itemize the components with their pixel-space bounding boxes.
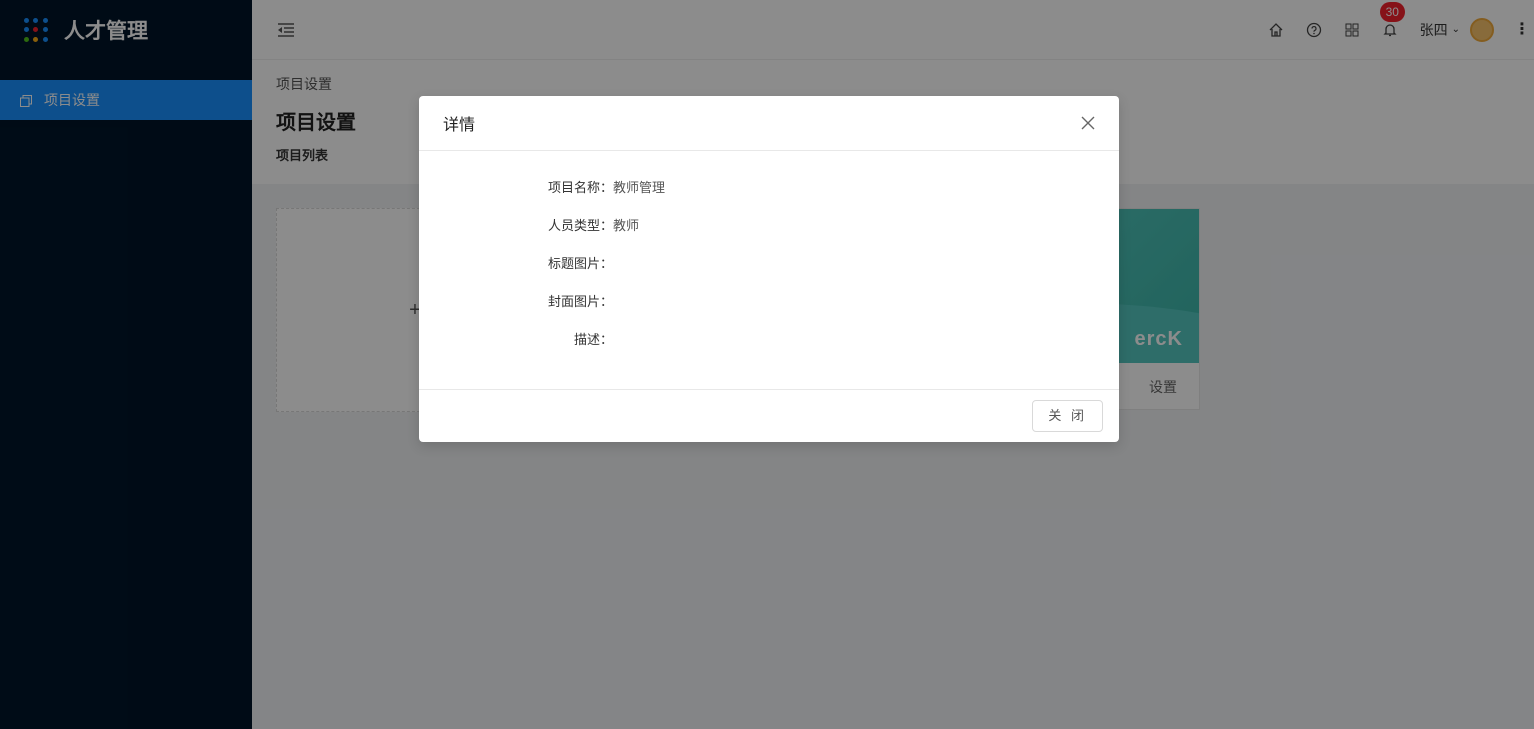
field-row-person-type: 人员类型： 教师 bbox=[419, 215, 1119, 253]
close-icon[interactable] bbox=[1081, 116, 1095, 130]
field-label: 标题图片： bbox=[547, 256, 613, 271]
modal-footer: 关 闭 bbox=[419, 389, 1119, 442]
field-value: 教师管理 bbox=[613, 180, 666, 195]
field-row-title-image: 标题图片： bbox=[419, 253, 1119, 291]
modal-body: 项目名称： 教师管理 人员类型： 教师 标题图片： 封面图片： 描述： bbox=[419, 151, 1119, 389]
field-label: 项目名称： bbox=[547, 180, 613, 195]
field-label: 人员类型： bbox=[547, 218, 613, 233]
modal-title: 详情 bbox=[443, 117, 476, 134]
detail-modal: 详情 项目名称： 教师管理 人员类型： 教师 标题图片： 封面图片： 描述： 关… bbox=[419, 96, 1119, 442]
modal-header: 详情 bbox=[419, 96, 1119, 151]
field-label: 封面图片： bbox=[547, 294, 613, 309]
field-value: 教师 bbox=[613, 218, 640, 233]
field-row-cover-image: 封面图片： bbox=[419, 291, 1119, 329]
field-row-description: 描述： bbox=[419, 329, 1119, 367]
field-row-project-name: 项目名称： 教师管理 bbox=[419, 177, 1119, 215]
field-label: 描述： bbox=[573, 332, 613, 347]
close-button[interactable]: 关 闭 bbox=[1032, 400, 1103, 432]
